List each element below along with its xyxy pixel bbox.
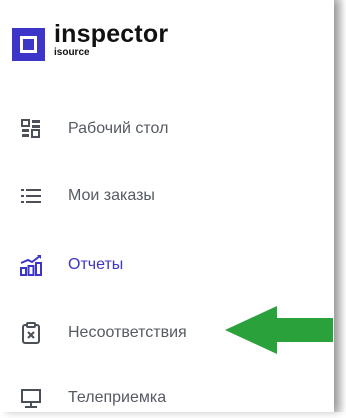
sidebar-item-label: Отчеты — [68, 256, 124, 273]
sidebar-item-teleacceptance[interactable]: Телеприемка — [0, 378, 320, 418]
sidebar-item-label: Несоответствия — [68, 324, 187, 341]
bar-chart-icon — [20, 255, 42, 276]
green-arrow-annotation — [225, 306, 333, 354]
sidebar-shadow — [334, 0, 346, 412]
sidebar-item-label: Мои заказы — [68, 187, 155, 204]
brand-subtitle: isource — [54, 47, 90, 58]
sidebar-item-label: Рабочий стол — [68, 120, 169, 137]
logo-mark-icon — [12, 28, 45, 61]
brand-name: inspector — [54, 20, 169, 48]
sidebar-item-reports[interactable]: Отчеты — [0, 245, 320, 285]
monitor-icon — [21, 389, 41, 408]
dashboard-icon — [21, 119, 40, 138]
brand-logo[interactable]: inspector isource — [12, 22, 168, 61]
list-icon — [21, 189, 41, 203]
sidebar-item-label: Телеприемка — [68, 389, 167, 406]
sidebar-item-orders[interactable]: Мои заказы — [0, 176, 320, 216]
clipboard-x-icon — [22, 322, 40, 344]
sidebar-item-dashboard[interactable]: Рабочий стол — [0, 109, 320, 149]
